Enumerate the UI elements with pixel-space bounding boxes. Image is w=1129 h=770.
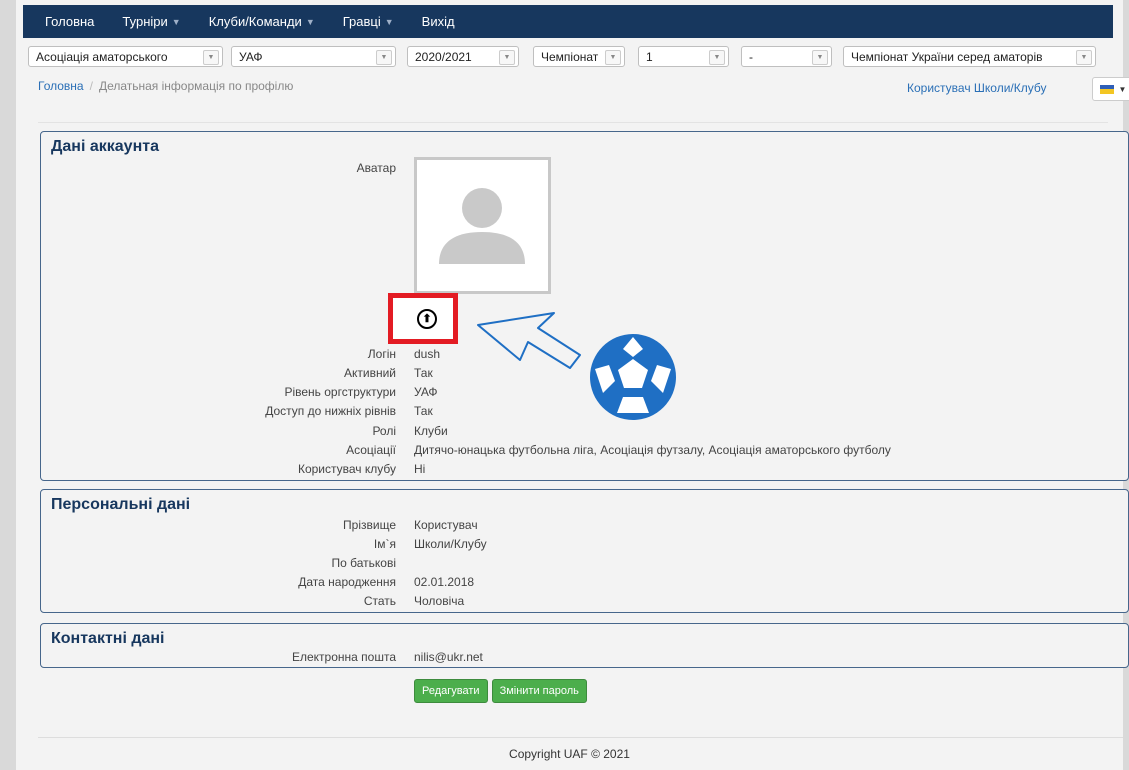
panel-title: Дані аккаунта: [51, 138, 159, 155]
nav-label: Головна: [45, 14, 95, 29]
chevron-down-icon: ▼: [499, 50, 515, 65]
footer-divider: [38, 737, 1123, 738]
field-label: Аватар: [356, 161, 396, 175]
actions-bar: Редагувати Змінити пароль: [414, 679, 587, 703]
nav-label: Турніри: [122, 14, 168, 29]
field-value: Так: [414, 366, 433, 380]
breadcrumb: Головна / Делатьная інформація по профілю: [38, 79, 293, 93]
field-label: Рівень оргструктури: [284, 385, 396, 399]
group-select[interactable]: - ▼: [741, 46, 832, 67]
field-value: Так: [414, 404, 433, 418]
top-navbar: Головна Турніри ▼ Клуби/Команди ▼ Гравці ▼ …: [23, 5, 1113, 38]
pointer-arrow-icon: [477, 312, 581, 369]
change-password-button[interactable]: Змінити пароль: [491, 679, 587, 703]
chevron-down-icon: ▼: [376, 50, 392, 65]
select-value: Чемпіонат: [541, 50, 599, 64]
panel-title: Контактні дані: [51, 630, 165, 647]
chevron-down-icon: ▼: [605, 50, 621, 65]
field-value: nilis@ukr.net: [414, 650, 483, 664]
user-silhouette-icon: [439, 188, 525, 264]
association-select[interactable]: Асоціація аматорського ▼: [28, 46, 223, 67]
soccer-ball-icon: [590, 334, 676, 420]
chevron-down-icon: ▼: [1118, 84, 1127, 94]
field-value: УАФ: [414, 385, 438, 399]
select-value: -: [749, 50, 753, 64]
field-label: Логін: [367, 347, 396, 361]
select-value: Асоціація аматорського: [36, 50, 168, 64]
chevron-down-icon: ▼: [171, 16, 181, 27]
select-value: Чемпіонат України серед аматорів: [851, 50, 1043, 64]
field-value: Чоловіча: [414, 594, 465, 608]
field-value: Дитячо-юнацька футбольна ліга, Асоціація…: [414, 443, 891, 457]
field-label: Електронна пошта: [291, 650, 396, 664]
ukraine-flag-icon: [1099, 84, 1114, 94]
season-select[interactable]: 2020/2021 ▼: [407, 46, 519, 67]
breadcrumb-separator: /: [89, 79, 93, 93]
account-panel: Дані аккаунта Аватар ⬆ Логін dush Активни…: [40, 131, 1129, 481]
select-value: УАФ: [239, 50, 263, 64]
upload-highlight: ⬆: [388, 293, 458, 344]
field-label: Стать: [363, 594, 396, 608]
chevron-down-icon: ▼: [203, 50, 219, 65]
contacts-panel: Контактні дані Електронна пошта nilis@ukr…: [40, 623, 1129, 668]
edit-button[interactable]: Редагувати: [414, 679, 488, 703]
field-label: Асоціації: [346, 443, 396, 457]
field-label: Доступ до нижніх рівнів: [265, 404, 396, 418]
nav-item-home[interactable]: Головна: [31, 14, 108, 29]
chevron-down-icon: ▼: [384, 16, 394, 27]
organization-select[interactable]: УАФ ▼: [231, 46, 396, 67]
field-value: Школи/Клубу: [414, 537, 487, 551]
field-value: 02.01.2018: [414, 575, 475, 589]
nav-item-tournaments[interactable]: Турніри ▼: [108, 14, 194, 29]
divider: [38, 122, 1108, 123]
nav-item-logout[interactable]: Вихід: [408, 14, 469, 29]
nav-label: Вихід: [421, 14, 455, 29]
field-value: Користувач: [414, 518, 478, 532]
upload-arrow-icon[interactable]: ⬆: [417, 309, 437, 329]
chevron-down-icon: ▼: [709, 50, 725, 65]
personal-panel: Персональні дані Прізвище Користувач Ім`я…: [40, 489, 1129, 613]
copyright: Copyright UAF © 2021: [509, 747, 630, 761]
user-profile-link[interactable]: Користувач Школи/Клубу: [907, 81, 1046, 95]
level-select[interactable]: 1 ▼: [638, 46, 729, 67]
breadcrumb-home-link[interactable]: Головна: [38, 79, 84, 93]
field-value: Ні: [414, 462, 426, 476]
field-value: dush: [414, 347, 441, 361]
language-button[interactable]: ▼: [1092, 77, 1129, 101]
avatar: [414, 157, 551, 294]
panel-title: Персональні дані: [51, 496, 191, 513]
field-label: Користувач клубу: [297, 462, 396, 476]
nav-item-clubs[interactable]: Клуби/Команди ▼: [195, 14, 329, 29]
nav-label: Клуби/Команди: [208, 14, 302, 29]
chevron-down-icon: ▼: [305, 16, 315, 27]
tournament-select[interactable]: Чемпіонат України серед аматорів ▼: [843, 46, 1096, 67]
nav-label: Гравці: [342, 14, 381, 29]
field-label: По батькові: [331, 556, 397, 570]
type-select[interactable]: Чемпіонат ▼: [533, 46, 625, 67]
nav-item-players[interactable]: Гравці ▼: [329, 14, 408, 29]
field-value: Клуби: [414, 424, 448, 438]
field-label: Прізвище: [343, 518, 396, 532]
select-value: 2020/2021: [415, 50, 472, 64]
page: Головна Турніри ▼ Клуби/Команди ▼ Гравці ▼ …: [16, 0, 1129, 770]
select-value: 1: [646, 50, 653, 64]
breadcrumb-current: Делатьная інформація по профілю: [98, 79, 294, 93]
chevron-down-icon: ▼: [1076, 50, 1092, 65]
chevron-down-icon: ▼: [812, 50, 828, 65]
field-label: Активний: [344, 366, 396, 380]
field-label: Ім`я: [373, 537, 396, 551]
field-label: Дата народження: [298, 575, 396, 589]
field-label: Ролі: [372, 424, 396, 438]
